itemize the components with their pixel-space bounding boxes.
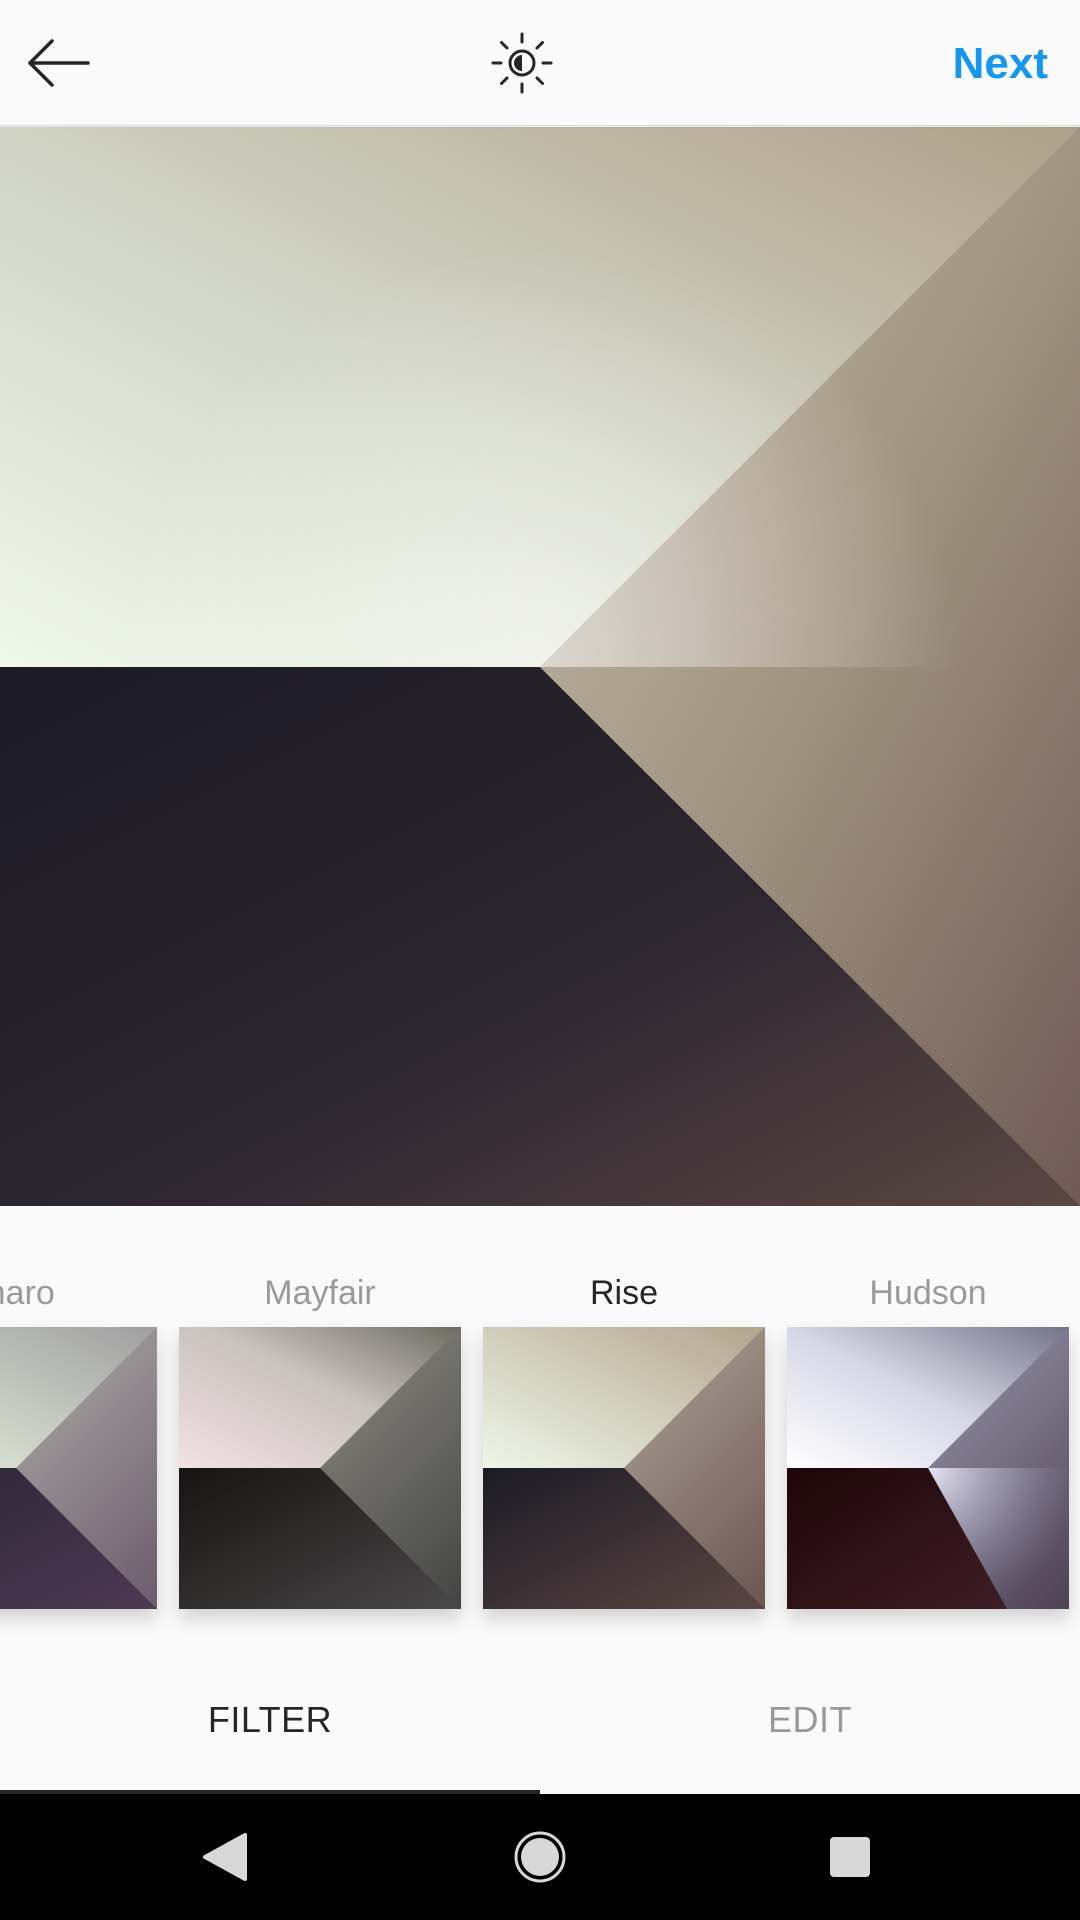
- nav-home-circle-icon: [514, 1831, 566, 1883]
- nav-recents-button[interactable]: [810, 1824, 890, 1890]
- lux-brightness-icon: [491, 32, 553, 94]
- filter-name: Mayfair: [264, 1274, 376, 1312]
- tab-filter[interactable]: FILTER: [0, 1646, 540, 1794]
- filter-thumbnail: [483, 1327, 765, 1609]
- filter-thumbnail: [787, 1327, 1069, 1609]
- preview-image: [0, 127, 1080, 1206]
- filter-item-mayfair[interactable]: Mayfair: [179, 1206, 461, 1646]
- nav-back-button[interactable]: [185, 1824, 265, 1890]
- bottom-tabs: FILTER EDIT: [0, 1646, 1080, 1794]
- tab-edit[interactable]: EDIT: [540, 1646, 1080, 1794]
- top-bar: Next: [0, 0, 1080, 126]
- filter-name-selected: Rise: [589, 1274, 659, 1312]
- nav-home-button[interactable]: [500, 1824, 580, 1890]
- filter-item-rise[interactable]: Rise: [483, 1206, 765, 1646]
- filter-item-hudson[interactable]: Hudson: [787, 1206, 1069, 1646]
- next-button[interactable]: Next: [953, 34, 1048, 94]
- filter-name: Hudson: [869, 1274, 987, 1312]
- back-button[interactable]: [22, 28, 96, 98]
- filter-name: maro: [0, 1274, 55, 1312]
- system-nav-bar: [0, 1794, 1080, 1920]
- filter-item-lomaro[interactable]: maro: [0, 1206, 157, 1646]
- photo-preview: [0, 127, 1080, 1206]
- filter-thumbnail: [179, 1327, 461, 1609]
- filter-thumbnail: [0, 1327, 157, 1609]
- lux-button[interactable]: [482, 26, 562, 100]
- filter-strip: maro Mayfair: [0, 1206, 1080, 1646]
- nav-back-triangle-icon: [203, 1833, 247, 1881]
- arrow-left-icon: [28, 39, 90, 87]
- nav-recents-square-icon: [830, 1837, 870, 1877]
